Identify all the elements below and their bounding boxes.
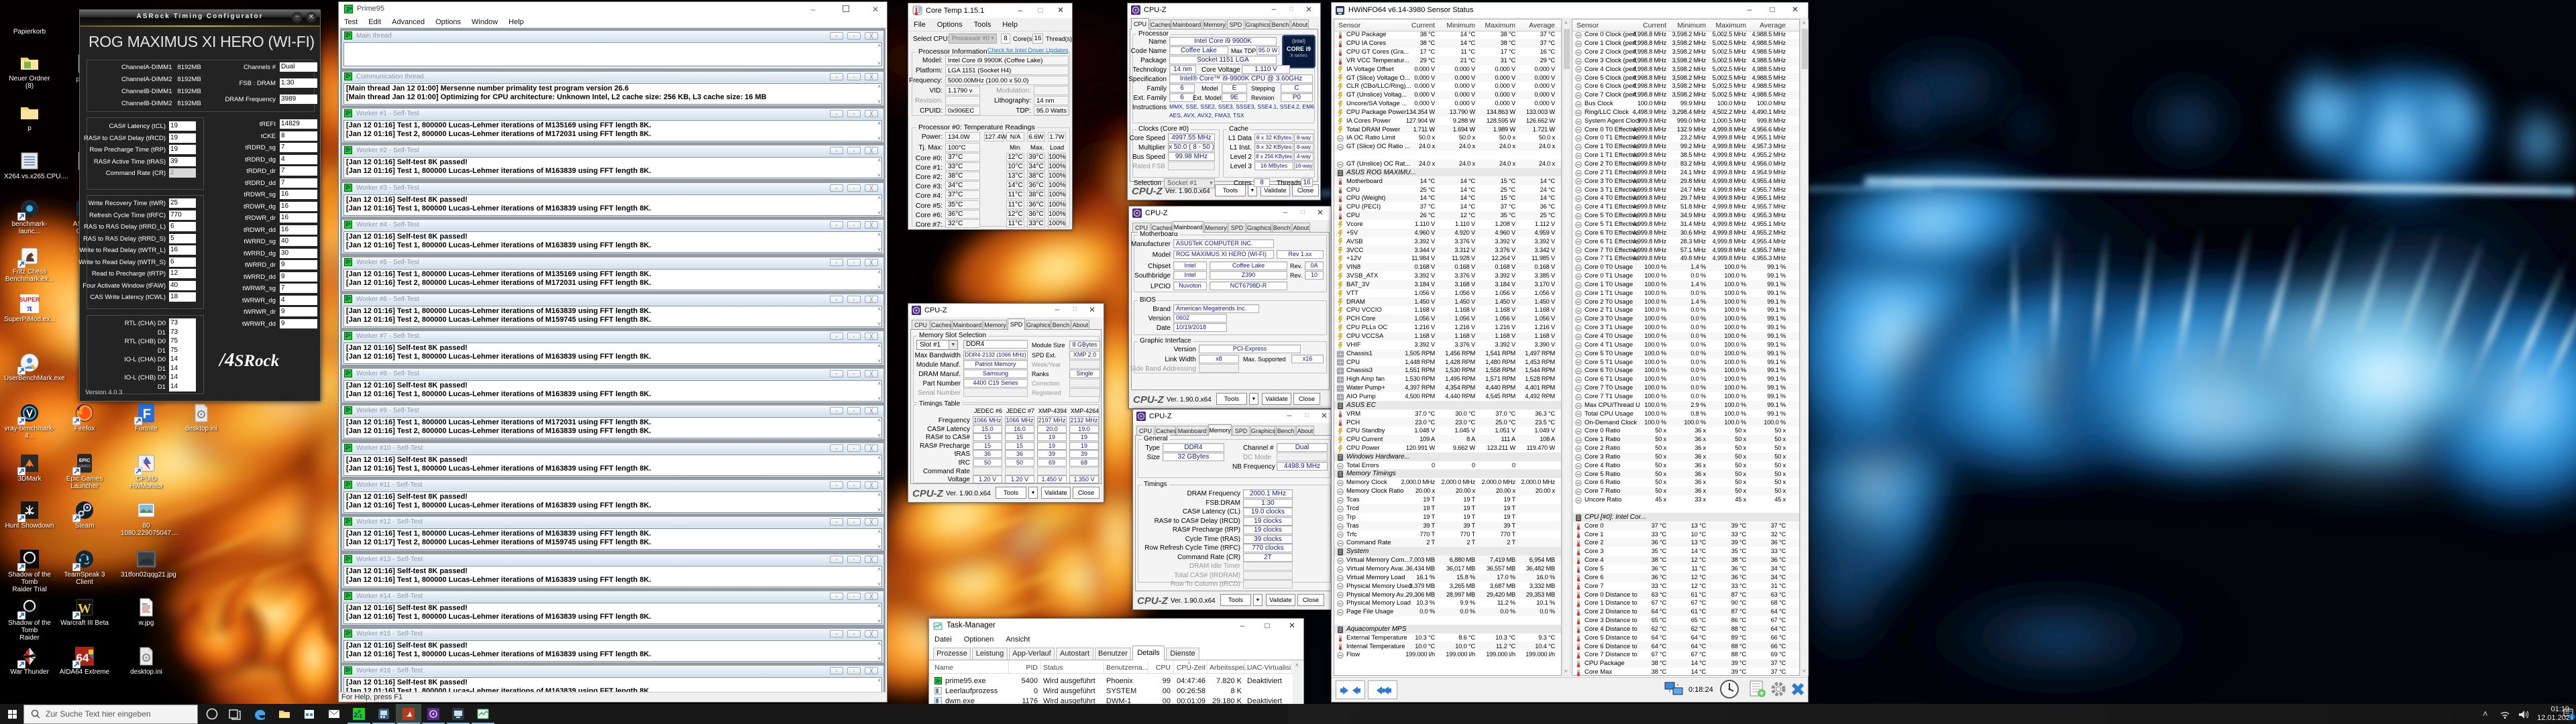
svg-text:-1: -1 <box>358 713 363 719</box>
svg-text:SUPER: SUPER <box>19 296 40 303</box>
svg-text:F: F <box>143 407 151 422</box>
svg-text:EPIC: EPIC <box>79 459 90 463</box>
svg-text:1: 1 <box>2571 715 2573 720</box>
svg-text:π: π <box>27 304 32 314</box>
